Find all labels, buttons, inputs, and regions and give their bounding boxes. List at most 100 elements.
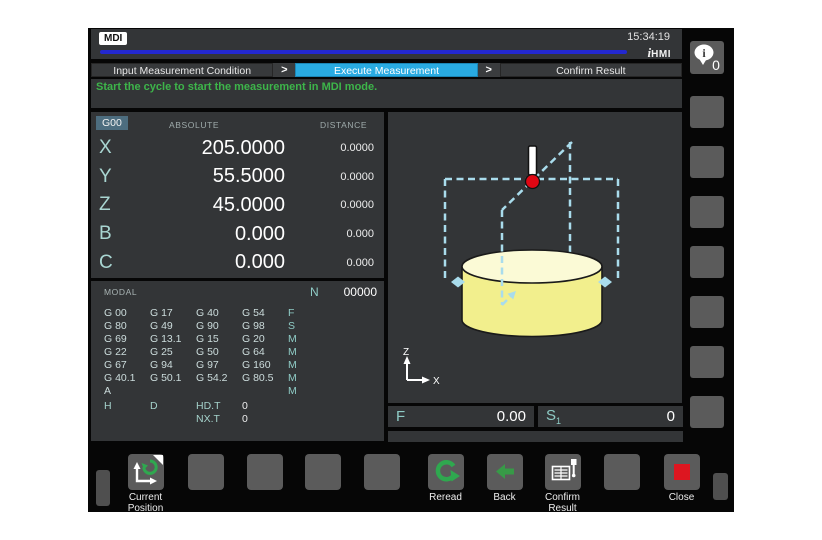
gcode-cell: G 40.1 (104, 372, 136, 384)
top-status-bar: MDI 15:34:19 iHMI (91, 29, 682, 60)
gcode-cell: G 69 (104, 333, 127, 345)
axis-row-x: X 205.0000 0.0000 (91, 134, 384, 163)
tool-cell: HD.T (196, 400, 221, 412)
confirm-result-button[interactable] (544, 454, 581, 490)
tool-cell (104, 413, 150, 426)
workpiece-cylinder (461, 249, 603, 338)
modal-letter-cell: F (288, 307, 295, 319)
gcode-cell: G 13.1 (150, 333, 182, 345)
axis-name: B (99, 223, 112, 245)
axis-absolute-value: 0.000 (234, 251, 285, 274)
softkey-page-right-button[interactable] (713, 473, 728, 500)
close-button[interactable] (663, 454, 700, 490)
tool-value-cell: 0 (242, 413, 248, 425)
touch-probe (524, 145, 541, 190)
gcode-row: G 40.1 G 50.1 G 54.2 G 80.5 M (104, 372, 376, 385)
step-input-measurement-condition[interactable]: Input Measurement Condition (91, 63, 274, 77)
gcode-cell: G 94 (150, 359, 173, 371)
axis-absolute-value: 0.000 (234, 222, 285, 245)
right-column-blank-button[interactable] (690, 396, 724, 428)
axis-row-b: B 0.000 0.000 (91, 220, 384, 249)
gcode-cell: G 54 (242, 307, 265, 319)
gcode-row: G 69 G 13.1 G 15 G 20 M (104, 333, 376, 346)
step-execute-measurement[interactable]: Execute Measurement (295, 63, 478, 77)
gcode-grid: G 00 G 17 G 40 G 54 F G 80 G 49 G 90 G 98 S G 69… (104, 307, 376, 398)
reread-button[interactable] (427, 454, 464, 490)
blank-softkey-button[interactable] (304, 454, 341, 490)
softkey-label: Confirm Result (544, 492, 580, 514)
gcode-cell: G 97 (196, 359, 219, 371)
gcode-row: G 00 G 17 G 40 G 54 F (104, 307, 376, 320)
gcode-cell: G 20 (242, 333, 265, 345)
softkey-page-left-button[interactable] (96, 470, 110, 506)
reread-icon (435, 460, 460, 482)
cnc-control-window: MDI 15:34:19 iHMI Input Measurement Cond… (88, 28, 734, 514)
gcode-cell: G 49 (150, 320, 173, 332)
back-button[interactable] (486, 454, 523, 490)
modal-title: MODAL (104, 287, 138, 297)
right-column-blank-button[interactable] (690, 296, 724, 328)
feed-value: 0.00 (496, 408, 526, 425)
info-count-badge: 0 (712, 57, 720, 73)
modal-letter-cell: M (288, 333, 297, 345)
chevron-right-icon: > (485, 64, 492, 76)
modal-letter-cell: M (288, 359, 297, 371)
modal-letter-cell: S (288, 320, 296, 332)
modal-letter-cell: M (288, 385, 297, 397)
gcode-cell: A (104, 385, 112, 397)
position-panel: G00 ABSOLUTE DISTANCE X 205.0000 0.0000 … (91, 112, 384, 278)
axis-absolute-value: 205.0000 (201, 136, 285, 159)
step-confirm-result[interactable]: Confirm Result (499, 63, 682, 77)
softkey-blank (237, 454, 293, 490)
gcode-cell: G 160 (242, 359, 271, 371)
gcode-cell: G 22 (104, 346, 127, 358)
tool-cell (150, 413, 196, 426)
guidance-message: Start the cycle to start the measurement… (91, 79, 682, 108)
right-column-blank-button[interactable] (690, 246, 724, 278)
modal-gcode-panel: MODAL N 00000 G 00 G 17 G 40 G 54 F G 80 G 49… (91, 281, 384, 441)
axis-distance-value: 0.0000 (340, 199, 374, 212)
softkey-reread: Reread (418, 454, 474, 503)
modal-letter-cell: M (288, 346, 297, 358)
gcode-cell: G 90 (196, 320, 219, 332)
absolute-column-header: ABSOLUTE (169, 120, 220, 130)
right-column-blank-button[interactable] (690, 146, 724, 178)
right-column-blank-button[interactable] (690, 96, 724, 128)
feedrate-readout: F 0.00 (388, 406, 534, 427)
tool-value-cell: 0 (242, 400, 248, 412)
distance-column-header: DISTANCE (320, 120, 368, 130)
logo-hmi: HMI (651, 49, 671, 60)
axis-distance-value: 0.000 (346, 256, 374, 269)
info-button[interactable]: i 0 (690, 41, 724, 74)
sequence-n-value: 00000 (343, 285, 377, 299)
probe-cycle-diagram: Z X (403, 141, 620, 387)
spindle-label: S1 (546, 407, 562, 426)
close-icon (673, 464, 690, 480)
softkey-blank (594, 454, 650, 490)
blank-softkey-button[interactable] (246, 454, 283, 490)
chevron-right-icon: > (281, 64, 288, 76)
blank-softkey-button[interactable] (187, 454, 224, 490)
blank-softkey-button[interactable] (363, 454, 400, 490)
blank-softkey-button[interactable] (603, 454, 640, 490)
axis-distance-value: 0.0000 (340, 142, 374, 155)
softkey-label: Back (493, 492, 516, 503)
gcode-cell: G 98 (242, 320, 265, 332)
right-column-blank-button[interactable] (690, 346, 724, 378)
clock: 15:34:19 (627, 31, 670, 43)
gcode-cell: G 00 (104, 307, 127, 319)
axis-name: C (99, 251, 113, 273)
gcode-row: G 67 G 94 G 97 G 160 M (104, 359, 376, 372)
axis-distance-value: 0.000 (346, 228, 374, 241)
softkey-label: Close (668, 492, 695, 503)
axis-row-z: Z 45.0000 0.0000 (91, 191, 384, 220)
softkey-blank (295, 454, 351, 490)
gcode-cell: G 80.5 (242, 372, 274, 384)
spindle-sub: 1 (556, 416, 562, 426)
mode-badge: MDI (99, 32, 128, 45)
sequence-n-label: N (310, 285, 319, 299)
current-position-button[interactable] (127, 454, 164, 490)
axis-name: Z (99, 194, 111, 216)
axis-row-y: Y 55.5000 0.0000 (91, 163, 384, 192)
right-column-blank-button[interactable] (690, 196, 724, 228)
